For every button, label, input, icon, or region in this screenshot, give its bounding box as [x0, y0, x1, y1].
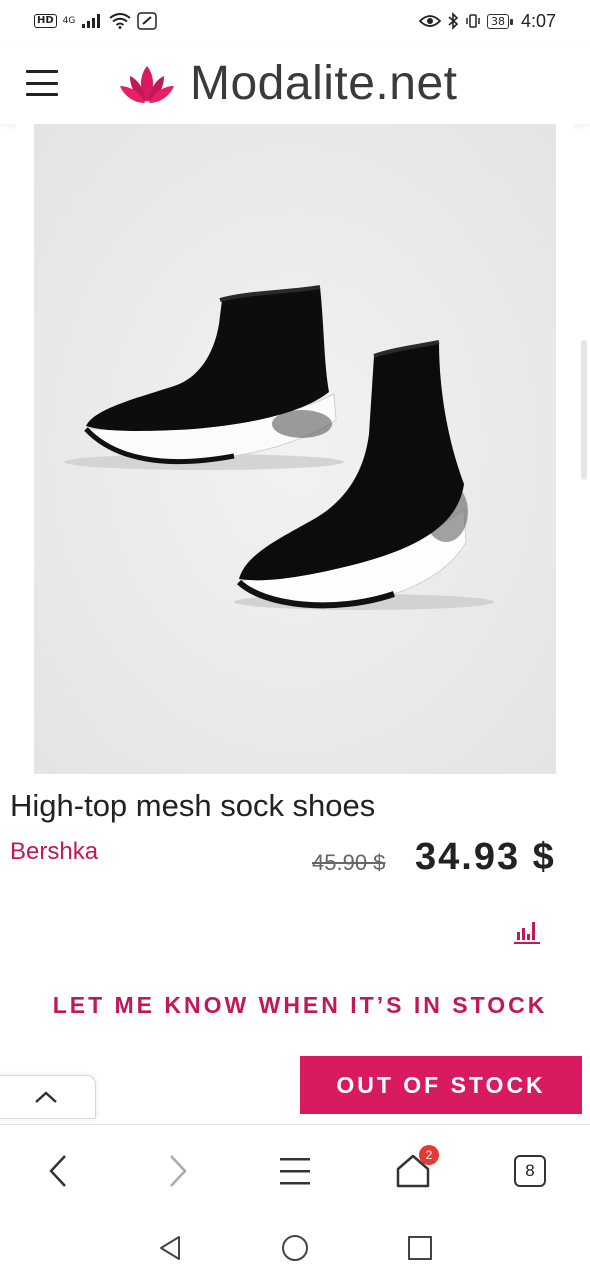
hd-indicator: HD — [34, 14, 57, 28]
lotus-logo-icon — [120, 65, 174, 103]
status-bar: HD 4G 38 4:07 — [0, 0, 590, 42]
clock: 4:07 — [520, 10, 556, 31]
scroll-top-button[interactable] — [0, 1075, 96, 1119]
old-price: 45.90 $ — [312, 850, 386, 875]
brand-link[interactable]: Bershka — [10, 838, 98, 866]
wifi-icon — [109, 13, 131, 29]
eye-icon — [418, 15, 441, 27]
scrollbar-thumb[interactable] — [581, 340, 587, 480]
product-image-frame — [16, 124, 574, 778]
site-name: Modalite.net — [190, 57, 458, 110]
recents-square-icon[interactable] — [400, 1230, 440, 1266]
site-header: Modalite.net — [0, 42, 590, 124]
network-type: 4G — [62, 15, 76, 26]
back-icon[interactable] — [28, 1143, 88, 1199]
status-left: HD 4G — [34, 12, 158, 30]
tabs-icon[interactable]: 8 — [500, 1143, 560, 1199]
hamburger-menu-icon[interactable] — [26, 66, 58, 100]
forward-icon[interactable] — [148, 1143, 208, 1199]
signal-icon — [82, 14, 101, 28]
browser-toolbar: 2 8 — [0, 1124, 590, 1216]
sneakers-illustration — [34, 124, 556, 774]
link-icon — [137, 12, 158, 30]
current-price: 34.93 $ — [415, 836, 556, 878]
menu-icon[interactable] — [265, 1143, 325, 1199]
chevron-up-icon — [35, 1091, 57, 1103]
notify-me-link[interactable]: LET ME KNOW WHEN IT’S IN STOCK — [0, 992, 590, 1019]
cart-badge: 2 — [419, 1145, 439, 1165]
size-chart-icon[interactable] — [512, 918, 542, 946]
vibrate-icon — [466, 14, 480, 28]
product-image[interactable] — [34, 124, 556, 774]
tabs-count: 8 — [514, 1155, 546, 1187]
status-right: 38 4:07 — [418, 10, 556, 32]
product-title: High-top mesh sock shoes — [10, 788, 376, 823]
system-navigation — [0, 1216, 590, 1280]
site-logo[interactable]: Modalite.net — [118, 56, 458, 111]
home-icon[interactable]: 2 — [383, 1143, 443, 1199]
battery-indicator: 38 — [486, 13, 513, 29]
home-circle-icon[interactable] — [275, 1230, 315, 1266]
back-triangle-icon[interactable] — [150, 1230, 190, 1266]
out-of-stock-button[interactable]: OUT OF STOCK — [300, 1056, 582, 1114]
bluetooth-icon — [448, 12, 459, 30]
